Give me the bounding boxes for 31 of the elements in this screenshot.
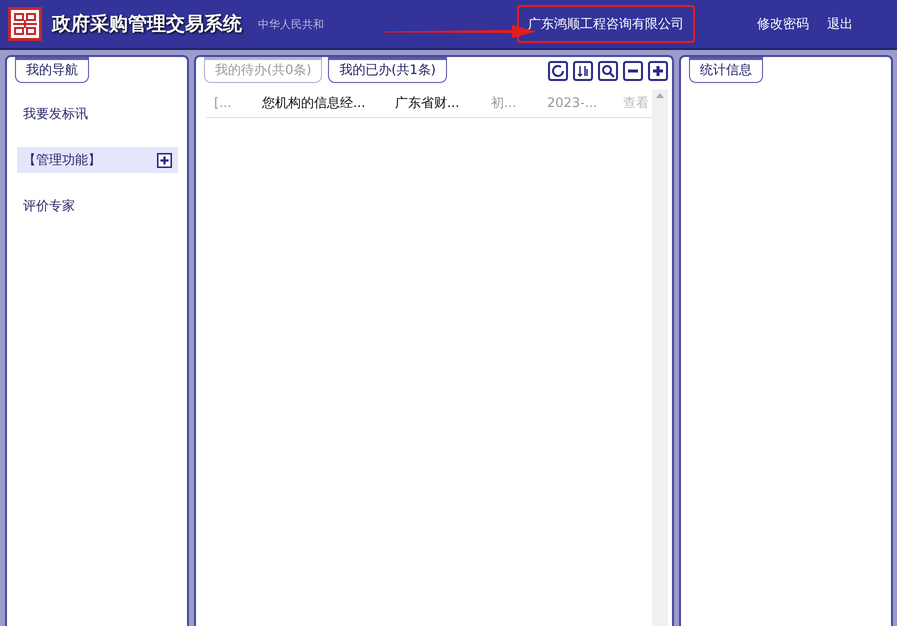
refresh-icon bbox=[552, 65, 564, 77]
table-cell-text: [... bbox=[213, 96, 232, 110]
refresh-button[interactable] bbox=[548, 61, 568, 81]
minus-icon bbox=[628, 70, 638, 72]
sort-icon bbox=[577, 65, 588, 78]
app-title: 政府采购管理交易系统 bbox=[52, 12, 242, 37]
plus-button[interactable] bbox=[648, 61, 668, 81]
search-icon bbox=[602, 65, 615, 78]
header-link[interactable]: 修改密码 bbox=[757, 15, 809, 33]
nav-label: 【管理功能】 bbox=[23, 152, 101, 169]
table-cell-text: 初... bbox=[490, 95, 518, 112]
minus-button[interactable] bbox=[623, 61, 643, 81]
expand-icon[interactable] bbox=[157, 152, 172, 168]
company-name: 广东鸿顺工程咨询有限公司 bbox=[517, 5, 695, 43]
search-button[interactable] bbox=[598, 61, 618, 81]
nav-item[interactable]: 【管理功能】 bbox=[17, 147, 178, 173]
logo-icon bbox=[8, 7, 42, 41]
nav-label: 我要发标讯 bbox=[23, 106, 88, 123]
nav-item[interactable]: 我要发标讯 bbox=[17, 101, 178, 127]
table-cell-text: 2023-... bbox=[546, 96, 598, 110]
plus-icon bbox=[652, 64, 664, 78]
sort-button[interactable] bbox=[573, 61, 593, 81]
header-link[interactable]: 退出 bbox=[827, 15, 853, 33]
table-cell-text: 您机构的信息经... bbox=[261, 95, 366, 112]
task-tab[interactable]: 我的已办(共1条) bbox=[328, 57, 447, 83]
nav-label: 评价专家 bbox=[23, 198, 75, 215]
nav-item[interactable]: 评价专家 bbox=[17, 193, 178, 219]
app-subtitle: 中华人民共和 bbox=[258, 16, 325, 32]
table-cell-text: 广东省财... bbox=[394, 95, 460, 112]
panel-tab[interactable]: 我的导航 bbox=[15, 57, 89, 83]
panel-tab[interactable]: 统计信息 bbox=[689, 57, 763, 83]
